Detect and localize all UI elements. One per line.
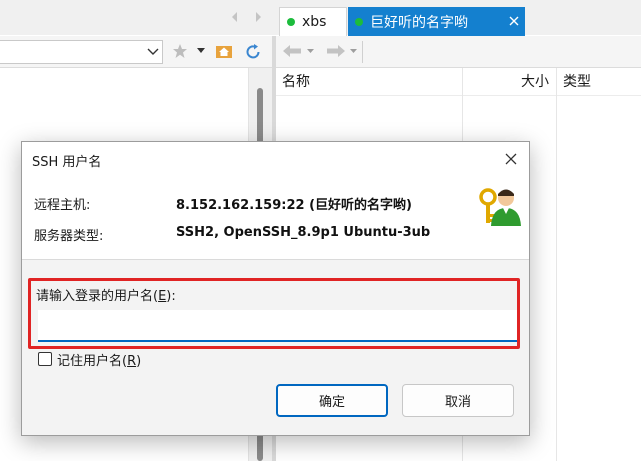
back-arrow-icon[interactable] [282,44,304,58]
column-header-row: 名称 大小 类型 [276,68,641,96]
forward-dropdown-icon[interactable] [350,49,357,54]
tab-label: 巨好听的名字哟 [370,14,468,31]
dialog-titlebar: SSH 用户名 [22,142,529,176]
host-label: 远程主机: [34,198,91,213]
connection-info: 远程主机: 8.152.162.159:22 (巨好听的名字哟) 服务器类型: … [22,176,529,260]
ok-button[interactable]: 确定 [276,384,388,417]
connection-status-dot [355,17,363,26]
user-key-icon [478,184,522,228]
cancel-button[interactable]: 取消 [402,384,514,417]
back-dropdown-icon[interactable] [307,49,314,54]
tab-label: xbs [302,14,327,30]
connection-status-dot [287,18,295,26]
tab-active-session[interactable]: 巨好听的名字哟 [348,7,525,36]
dialog-title: SSH 用户名 [32,155,102,170]
server-type-value: SSH2, OpenSSH_8.9p1 Ubuntu-3ub [176,225,431,240]
remote-toolbar [276,36,641,68]
local-path-combo[interactable] [0,40,163,64]
ssh-username-dialog: SSH 用户名 远程主机: 8.152.162.159:22 (巨好听的名字哟)… [21,141,530,436]
tab-close-icon[interactable] [508,15,520,27]
column-header-size[interactable]: 大小 [521,68,549,96]
username-label: 请输入登录的用户名(E): [36,289,176,304]
favorites-dropdown-icon[interactable] [197,48,205,54]
column-separator [556,68,557,461]
tab-bar: xbs 巨好听的名字哟 [0,0,641,36]
close-icon[interactable] [505,153,517,165]
tab-right-arrow-icon[interactable] [252,11,264,23]
favorites-star-icon[interactable] [172,43,188,59]
app-window: xbs 巨好听的名字哟 名称 大小 类型 SSH 用户名 远程主机: 8.152… [0,0,641,461]
dropdown-arrow-icon[interactable] [147,47,159,57]
username-input[interactable] [38,310,517,342]
remember-username-row[interactable]: 记住用户名(R) [38,350,141,369]
remember-username-label[interactable]: 记住用户名(R) [57,350,141,369]
local-toolbar [0,36,272,68]
column-header-name[interactable]: 名称 [282,68,310,96]
remember-username-checkbox[interactable] [38,352,52,366]
refresh-icon[interactable] [244,43,262,61]
tab-xbs[interactable]: xbs [279,7,347,36]
tab-left-arrow-icon[interactable] [229,11,241,23]
username-input-group: 请输入登录的用户名(E): [28,278,520,349]
host-value: 8.152.162.159:22 (巨好听的名字哟) [176,198,412,213]
forward-arrow-icon[interactable] [324,44,346,58]
toolbar-separator [362,41,363,63]
home-folder-icon[interactable] [215,43,233,59]
column-header-type[interactable]: 类型 [563,68,591,96]
server-type-label: 服务器类型: [34,229,104,244]
